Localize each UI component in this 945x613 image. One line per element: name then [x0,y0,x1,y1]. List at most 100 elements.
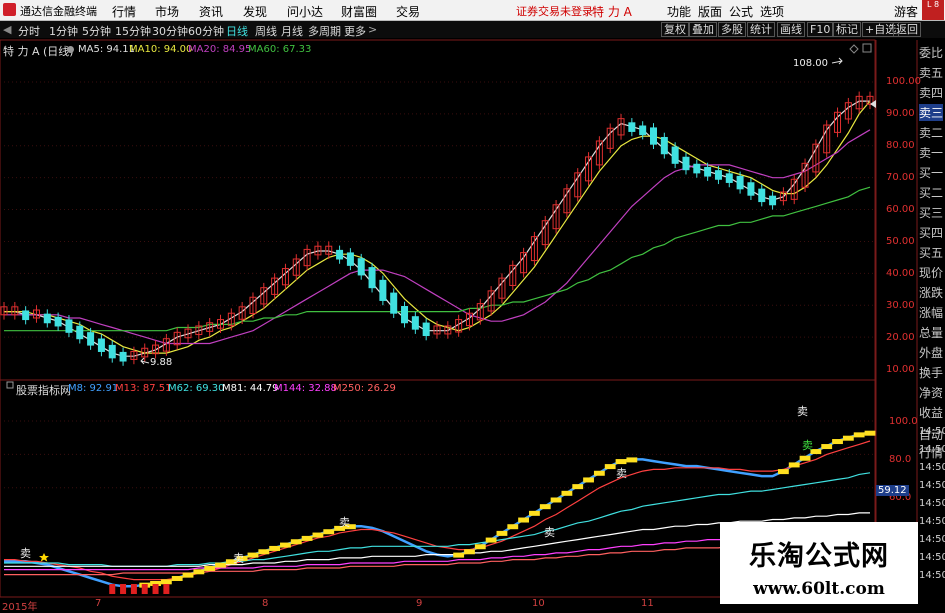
sell-signal-label: 卖 [339,516,350,529]
side-item-sell2[interactable]: 卖二 [919,124,943,141]
low-price-label: 9.88 [150,357,173,368]
indicator-step [485,537,497,543]
zoom-icon[interactable] [862,43,872,53]
side-item-change-pct[interactable]: 涨幅 [919,304,943,321]
indicator-step [204,565,216,571]
indicator-step [312,532,324,538]
candle-body [769,195,777,206]
tick-time: 14:50 [919,426,945,437]
candle-body [65,319,73,333]
sell-signal-label: 卖 [233,552,244,565]
m144-label: M144: 32.88 [274,383,337,394]
candle-body [368,267,376,289]
candle-body [411,316,419,330]
indicator-step [853,432,865,438]
indicator-step [583,477,594,483]
tick-time: 14:50 [919,480,945,491]
side-item-change[interactable]: 涨跌 [919,284,943,301]
candle-body [379,279,387,301]
watermark: 乐淘公式网 www.60lt.com [720,522,918,604]
indicator-step [799,455,811,461]
side-item-buy4[interactable]: 买四 [919,224,943,241]
ma5-label: MA5: 94.11 [78,44,136,55]
side-item-earnings[interactable]: 收益 [919,404,943,421]
indicator-step [474,544,486,550]
indicator-step [160,579,172,585]
indicator-step [615,459,627,465]
candle-body [87,332,95,346]
side-item-turnover[interactable]: 换手 [919,364,943,381]
ma-line-ma10 [4,100,871,354]
m250-label: M250: 26.29 [333,383,396,394]
side-item-price[interactable]: 现价 [919,264,943,281]
candle-body [357,258,365,276]
m13-label: M13: 87.51 [115,383,172,394]
side-item-sell4[interactable]: 卖四 [919,84,943,101]
candle-body [346,252,354,266]
x-axis-label: 9 [416,598,423,609]
m8-label: M8: 92.91 [68,383,119,394]
candle-body [725,173,733,183]
candle-body [682,156,690,171]
bottom-signal-bar [141,584,148,594]
candle-body [422,322,430,337]
side-item-volume[interactable]: 总量 [919,324,943,341]
indicator-title[interactable]: 股票指标网 [16,382,71,398]
indicator-step [464,549,475,555]
tick-time: 14:50 [919,552,945,563]
price-grid [0,81,875,489]
indicator-step [518,517,530,523]
ma20-label: MA20: 84.95 [188,44,252,55]
indicator-step [832,439,843,445]
panel-toggle-icon[interactable] [6,381,14,389]
indicator-step [604,464,616,470]
indicator-step [529,510,540,516]
candle-body [97,338,105,352]
tick-time: 14:50 [919,462,945,473]
signal-star-icon [39,553,49,562]
candle-body [747,182,755,196]
indicator-step [323,529,335,535]
y-tick: 50.00 [886,236,915,247]
candles [0,91,874,366]
candle-body [660,136,668,155]
side-item-buy5[interactable]: 买五 [919,244,943,261]
indicator-step [258,549,270,555]
side-item-weibi[interactable]: 委比 [919,44,943,61]
collapse-icon[interactable] [849,44,859,54]
indicator-step [453,552,465,558]
side-item-net-asset[interactable]: 净资 [919,384,943,401]
candle-body [336,249,344,260]
ma-line-ma5 [4,100,870,357]
y-tick: 60.00 [886,204,915,215]
candle-body [119,351,127,362]
indicator-step [864,430,876,436]
side-item-sell1[interactable]: 卖一 [919,144,943,161]
indicator-step [561,490,573,496]
x-axis-label: 2015年 [2,602,38,613]
indicator-step [193,569,205,575]
side-item-sell3[interactable]: 卖三 [919,104,944,121]
indicator-step [842,435,854,441]
ma-line-ma60 [4,186,871,332]
side-item-sell5[interactable]: 卖五 [919,64,943,81]
candle-body [43,313,51,324]
side-item-buy1[interactable]: 买一 [919,164,943,181]
indicator-step [269,545,281,551]
x-axis-label: 7 [95,598,102,609]
candle-body [758,188,766,203]
indicator-step [626,457,638,463]
side-item-buy3[interactable]: 买三 [919,204,943,221]
y-tick: 100.00 [886,76,921,87]
indicator-step [496,530,508,536]
side-item-buy2[interactable]: 买二 [919,184,943,201]
indicator-step [301,535,313,541]
chart-title: 特 力 A (日线) [3,45,74,58]
side-item-outer[interactable]: 外盘 [919,344,943,361]
sell-signal-label: 卖 [802,439,813,452]
stock-chart[interactable] [0,0,945,609]
indicator-step [215,562,226,568]
indicator-step [593,470,605,476]
sell-signal-label: 卖 [616,467,627,480]
candle-body [671,146,679,164]
